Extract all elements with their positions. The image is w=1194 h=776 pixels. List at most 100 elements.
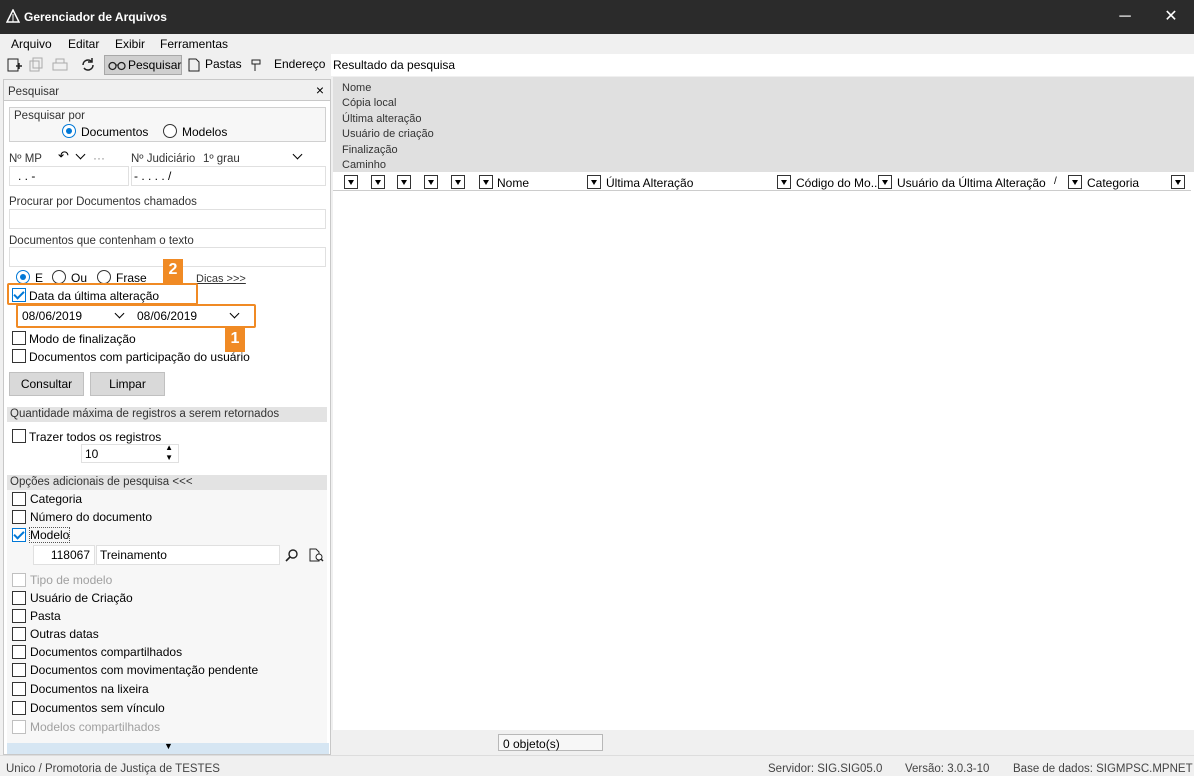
col-filter-2[interactable] xyxy=(371,175,385,189)
refresh-icon[interactable] xyxy=(79,56,97,74)
date-from-dropdown-icon[interactable] xyxy=(114,308,125,319)
col-filter-5[interactable] xyxy=(451,175,465,189)
model-name-input[interactable]: Treinamento xyxy=(96,545,280,565)
category-checkbox[interactable] xyxy=(12,492,26,506)
radio-frase[interactable] xyxy=(97,270,111,284)
col-filter-3[interactable] xyxy=(397,175,411,189)
extra-option-label: Pasta xyxy=(30,609,61,623)
finalization-label: Modo de finalização xyxy=(29,332,136,346)
date-to-dropdown-icon[interactable] xyxy=(229,308,240,319)
extra-option-checkbox[interactable] xyxy=(12,591,26,605)
binoculars-icon xyxy=(108,61,126,71)
last-change-label: Data da última alteração xyxy=(29,289,160,303)
radio-ou[interactable] xyxy=(52,270,66,284)
col-header-categoria[interactable]: Categoria xyxy=(1087,176,1139,190)
doc-number-checkbox[interactable] xyxy=(12,510,26,524)
mp-more[interactable]: ··· xyxy=(93,151,105,165)
results-count: 0 objeto(s) xyxy=(498,734,603,751)
status-database: Base de dados: SIGMPSC.MPNET xyxy=(1013,763,1193,775)
col-filter-nome[interactable] xyxy=(587,175,601,189)
folders-toolbar-button[interactable]: Pastas xyxy=(186,55,242,75)
annotation-badge-1: 1 xyxy=(225,328,245,352)
menu-ferramentas[interactable]: Ferramentas xyxy=(160,37,228,51)
judicial-input[interactable]: - . . . . / xyxy=(131,166,326,186)
col-filter-1[interactable] xyxy=(344,175,358,189)
panel-scroll-footer[interactable]: ▼ xyxy=(7,741,329,754)
col-filter-4[interactable] xyxy=(424,175,438,189)
prop-finalizacao: Finalização xyxy=(342,144,398,156)
model-label: Modelo xyxy=(28,527,71,543)
radio-modelos[interactable] xyxy=(163,124,177,138)
extra-option-checkbox[interactable] xyxy=(12,627,26,641)
all-records-checkbox[interactable] xyxy=(12,429,26,443)
window-title: Gerenciador de Arquivos xyxy=(24,10,167,24)
app-logo-icon xyxy=(6,9,20,23)
extra-option-checkbox[interactable] xyxy=(12,663,26,677)
col-filter-usuario[interactable] xyxy=(1068,175,1082,189)
print-icon[interactable] xyxy=(51,56,69,74)
mp-input[interactable]: . . - xyxy=(9,166,129,186)
search-icon[interactable] xyxy=(285,548,299,562)
extra-options-title[interactable]: Opções adicionais de pesquisa <<< xyxy=(7,475,327,490)
clear-button[interactable]: Limpar xyxy=(90,372,165,396)
spinner-down-icon[interactable]: ▼ xyxy=(165,453,173,462)
col-header-nome[interactable]: Nome xyxy=(497,176,529,190)
prop-usuario-criacao: Usuário de criação xyxy=(342,128,434,140)
max-records-spinner[interactable]: 10 ▲ ▼ xyxy=(81,443,179,463)
undo-icon[interactable]: ↶ xyxy=(58,148,69,164)
model-code-input[interactable]: 118067 xyxy=(33,545,95,565)
minimize-button[interactable]: ─ xyxy=(1102,0,1148,34)
finalization-checkbox[interactable] xyxy=(12,331,26,345)
date-to-picker[interactable]: 08/06/2019 xyxy=(135,308,245,324)
user-docs-label: Documentos com participação do usuário xyxy=(29,350,250,364)
docs-named-input[interactable] xyxy=(9,209,326,229)
status-bar: Unico / Promotoria de Justiça de TESTES … xyxy=(0,755,1194,776)
status-server: Servidor: SIG.SIG05.0 xyxy=(768,763,883,775)
prop-nome: Nome xyxy=(342,82,372,94)
copy-icon[interactable] xyxy=(27,56,45,74)
menu-exibir[interactable]: Exibir xyxy=(115,37,145,51)
address-toolbar-button[interactable]: Endereço xyxy=(248,55,328,75)
search-toolbar-button[interactable]: Pesquisar xyxy=(104,55,182,75)
address-label: Endereço xyxy=(274,57,326,71)
col-header-codigo[interactable]: Código do Mo... xyxy=(796,176,881,190)
radio-documentos[interactable] xyxy=(62,124,76,138)
search-folder-icon[interactable] xyxy=(308,547,324,563)
col-header-usuario[interactable]: Usuário da Última Alteração xyxy=(897,176,1046,190)
menu-editar[interactable]: Editar xyxy=(68,37,99,51)
category-label: Categoria xyxy=(30,492,83,506)
new-document-icon[interactable] xyxy=(5,56,23,74)
model-checkbox[interactable] xyxy=(12,528,26,542)
col-filter-codigo[interactable] xyxy=(878,175,892,189)
folder-icon xyxy=(188,58,200,72)
last-change-checkbox[interactable] xyxy=(12,288,26,302)
address-field[interactable]: Resultado da pesquisa xyxy=(331,54,1194,76)
results-status-area: 0 objeto(s) xyxy=(333,730,1194,755)
search-panel-title: Pesquisar xyxy=(8,86,60,98)
col-header-ultima-alteracao[interactable]: Última Alteração xyxy=(606,176,693,190)
grade-dropdown-icon[interactable] xyxy=(292,149,303,160)
close-panel-icon[interactable]: × xyxy=(316,82,324,98)
extra-option-label: Documentos na lixeira xyxy=(30,682,149,696)
search-panel-header: Pesquisar × xyxy=(4,80,330,101)
prop-caminho: Caminho xyxy=(342,159,387,171)
prop-copia-local: Cópia local xyxy=(342,97,397,109)
spinner-up-icon[interactable]: ▲ xyxy=(165,443,173,452)
menu-arquivo[interactable]: Arquivo xyxy=(11,37,52,51)
col-filter-ultima[interactable] xyxy=(777,175,791,189)
col-filter-6[interactable] xyxy=(479,175,493,189)
extra-option-checkbox[interactable] xyxy=(12,609,26,623)
scroll-down-icon[interactable]: ▼ xyxy=(164,741,173,751)
docs-named-label: Procurar por Documentos chamados xyxy=(9,196,197,208)
tips-link[interactable]: Dicas >>> xyxy=(196,273,246,285)
col-filter-categoria[interactable] xyxy=(1171,175,1185,189)
consult-button[interactable]: Consultar xyxy=(9,372,84,396)
mp-dropdown-icon[interactable] xyxy=(75,149,86,160)
user-docs-checkbox[interactable] xyxy=(12,349,26,363)
close-window-button[interactable]: ✕ xyxy=(1148,0,1194,34)
extra-option-checkbox[interactable] xyxy=(12,701,26,715)
extra-option-checkbox[interactable] xyxy=(12,645,26,659)
radio-e[interactable] xyxy=(16,270,30,284)
date-from-picker[interactable]: 08/06/2019 xyxy=(20,308,130,324)
extra-option-checkbox[interactable] xyxy=(12,682,26,696)
